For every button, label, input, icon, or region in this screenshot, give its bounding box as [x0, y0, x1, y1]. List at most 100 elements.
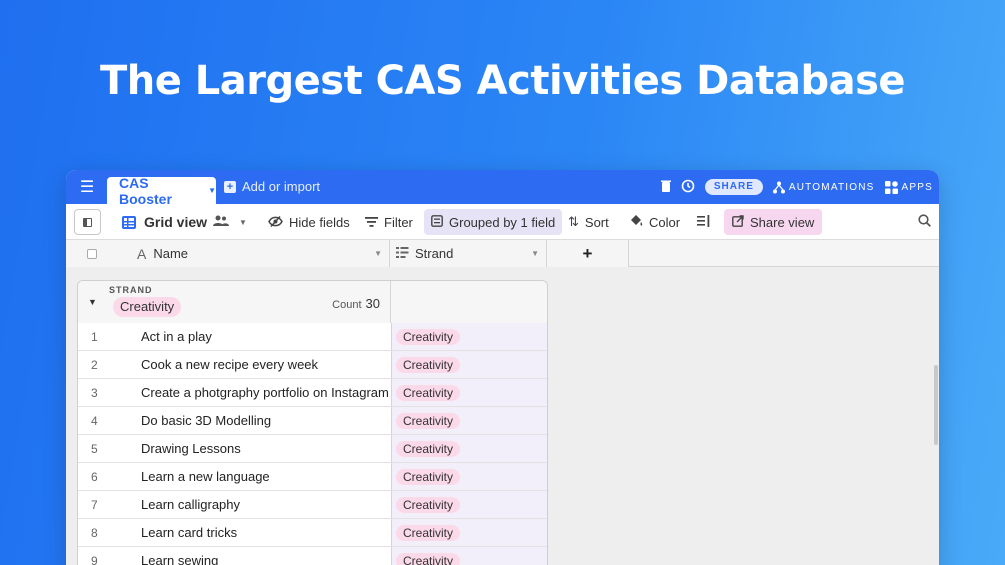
row-number: 4: [91, 414, 98, 428]
table-row[interactable]: 5 Drawing Lessons Creativity: [78, 435, 547, 463]
page-headline: The Largest CAS Activities Database: [99, 58, 906, 104]
name-column-header[interactable]: A Name ▼: [66, 240, 390, 267]
row-strand-cell[interactable]: Creativity: [391, 491, 547, 518]
row-strand-cell[interactable]: Creativity: [391, 519, 547, 546]
hamburger-menu-icon[interactable]: ☰: [66, 170, 108, 204]
share-view-label: Share view: [750, 214, 815, 230]
strand-pill: Creativity: [396, 329, 461, 345]
table-row[interactable]: 7 Learn calligraphy Creativity: [78, 491, 547, 519]
view-switcher[interactable]: Grid view ▼: [122, 204, 247, 240]
row-number: 7: [91, 498, 98, 512]
table-row[interactable]: 9 Learn sewing Creativity: [78, 547, 547, 565]
table-row[interactable]: 4 Do basic 3D Modelling Creativity: [78, 407, 547, 435]
row-name-cell[interactable]: Create a photgraphy portfolio on Instagr…: [141, 379, 389, 407]
row-name-cell[interactable]: Learn card tricks: [141, 519, 237, 547]
strand-pill: Creativity: [396, 497, 461, 513]
grid-body: ▼ STRAND Creativity Count 30 1 Act in a p…: [66, 267, 939, 565]
filter-label: Filter: [384, 214, 413, 230]
row-strand-cell[interactable]: Creativity: [391, 379, 547, 406]
chevron-down-icon[interactable]: ▼: [374, 249, 382, 258]
row-number: 3: [91, 386, 98, 400]
external-share-icon: [732, 214, 744, 230]
group-section: ▼ STRAND Creativity Count 30 1 Act in a p…: [77, 280, 548, 565]
chevron-down-icon[interactable]: ▼: [239, 218, 247, 227]
group-count-value: 30: [365, 296, 380, 311]
color-label: Color: [649, 214, 681, 230]
search-icon[interactable]: [918, 214, 931, 230]
sort-button[interactable]: ⇅ Sort: [568, 204, 609, 240]
top-bar: ☰ CAS Booster ▼ + Add or import SHARE AU…: [66, 170, 939, 207]
trash-icon[interactable]: [660, 180, 671, 195]
group-count: Count 30: [332, 296, 380, 311]
view-name: Grid view: [144, 214, 208, 230]
row-name-cell[interactable]: Learn a new language: [141, 463, 270, 491]
chevron-down-icon[interactable]: ▼: [531, 249, 539, 258]
row-name-cell[interactable]: Do basic 3D Modelling: [141, 407, 271, 435]
grid-icon: [122, 215, 136, 229]
vertical-scrollbar[interactable]: [934, 365, 938, 445]
row-number: 1: [91, 330, 98, 344]
apps-button[interactable]: APPS: [884, 180, 933, 194]
base-tab[interactable]: CAS Booster ▼: [107, 174, 216, 207]
select-all-checkbox[interactable]: [87, 248, 97, 259]
row-strand-cell[interactable]: Creativity: [391, 547, 547, 565]
apps-icon: [884, 180, 898, 194]
apps-label: APPS: [901, 181, 933, 193]
collaborators-icon: [213, 215, 230, 230]
add-import-label: Add or import: [242, 179, 321, 194]
row-strand-cell[interactable]: Creativity: [391, 463, 547, 490]
row-strand-cell[interactable]: Creativity: [391, 323, 547, 350]
table-row[interactable]: 1 Act in a play Creativity: [78, 323, 547, 351]
base-name: CAS Booster: [119, 174, 172, 207]
strand-pill: Creativity: [396, 357, 461, 373]
row-strand-cell[interactable]: Creativity: [391, 351, 547, 378]
row-strand-cell[interactable]: Creativity: [391, 407, 547, 434]
add-or-import-button[interactable]: + Add or import: [224, 179, 320, 194]
collapse-triangle-icon[interactable]: ▼: [88, 297, 97, 307]
automations-icon: [772, 181, 785, 193]
row-height-button[interactable]: [697, 204, 710, 240]
color-button[interactable]: Color: [629, 204, 680, 240]
view-toolbar: Grid view ▼ Hide fields Filter Grouped b…: [66, 204, 939, 240]
hide-fields-label: Hide fields: [289, 214, 350, 230]
share-view-button[interactable]: Share view: [724, 209, 823, 235]
filter-button[interactable]: Filter: [365, 204, 413, 240]
row-name-cell[interactable]: Drawing Lessons: [141, 435, 241, 463]
sidebar-toggle-icon[interactable]: [74, 209, 101, 235]
strand-pill: Creativity: [396, 413, 461, 429]
text-field-icon: A: [137, 245, 147, 262]
table-row[interactable]: 3 Create a photgraphy portfolio on Insta…: [78, 379, 547, 407]
sort-label: Sort: [584, 214, 609, 230]
row-name-cell[interactable]: Act in a play: [141, 323, 212, 351]
share-button[interactable]: SHARE: [704, 179, 763, 195]
row-height-icon: [697, 214, 710, 230]
grouped-label: Grouped by 1 field: [449, 214, 556, 230]
row-name-cell[interactable]: Learn sewing: [141, 547, 218, 565]
row-number: 8: [91, 526, 98, 540]
row-name-cell[interactable]: Cook a new recipe every week: [141, 351, 318, 379]
table-row[interactable]: 6 Learn a new language Creativity: [78, 463, 547, 491]
group-field-label: STRAND: [109, 285, 153, 295]
strand-pill: Creativity: [396, 441, 461, 457]
group-header: ▼ STRAND Creativity Count 30: [78, 281, 547, 323]
add-field-button[interactable]: +: [547, 240, 629, 267]
top-right-controls: SHARE AUTOMATIONS APPS: [660, 170, 933, 204]
automations-label: AUTOMATIONS: [788, 181, 875, 193]
filter-icon: [365, 215, 378, 230]
history-icon[interactable]: [681, 179, 695, 196]
chevron-down-icon[interactable]: ▼: [208, 186, 216, 195]
automations-button[interactable]: AUTOMATIONS: [772, 181, 875, 194]
table-row[interactable]: 8 Learn card tricks Creativity: [78, 519, 547, 547]
group-button[interactable]: Grouped by 1 field: [424, 209, 563, 235]
row-number: 5: [91, 442, 98, 456]
sort-icon: ⇅: [568, 214, 579, 229]
strand-column-header[interactable]: Strand ▼: [390, 240, 547, 267]
row-number: 6: [91, 470, 98, 484]
row-name-cell[interactable]: Learn calligraphy: [141, 491, 240, 519]
table-row[interactable]: 2 Cook a new recipe every week Creativit…: [78, 351, 547, 379]
hide-fields-button[interactable]: Hide fields: [268, 204, 350, 240]
plus-icon: +: [224, 180, 236, 193]
row-number: 9: [91, 554, 98, 565]
row-strand-cell[interactable]: Creativity: [391, 435, 547, 462]
grid-header-row: A Name ▼ Strand ▼ +: [66, 240, 939, 267]
